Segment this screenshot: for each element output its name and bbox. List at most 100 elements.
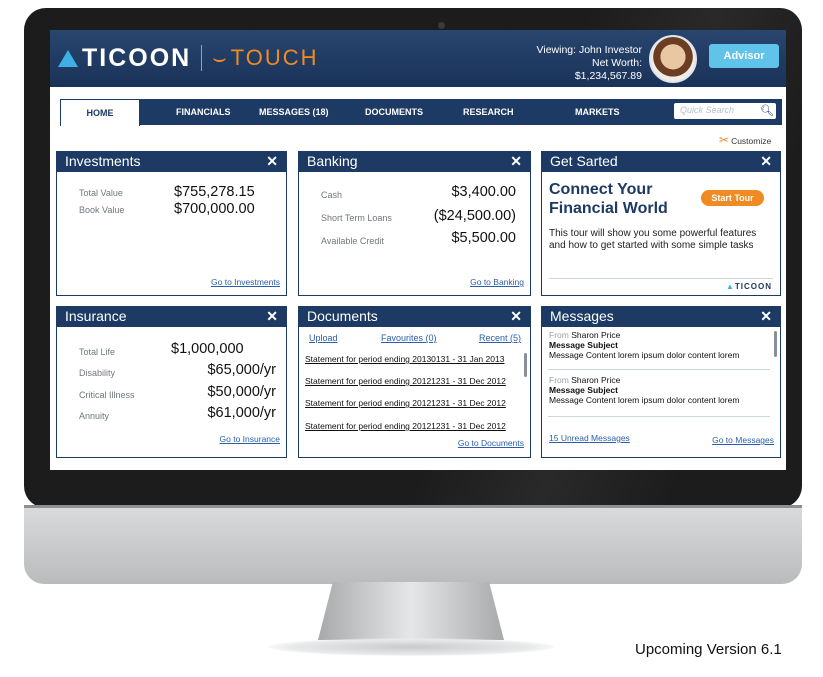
start-tour-button[interactable]: Start Tour [701,190,764,206]
logo-triangle-icon: ▲ [725,282,735,291]
tab-upload[interactable]: Upload [309,333,338,343]
critical-illness-label: Critical Illness [79,390,135,400]
document-item[interactable]: Statement for period ending 20121231 - 3… [305,376,506,386]
panel-title: Messages [550,308,614,324]
go-to-insurance-link[interactable]: Go to Insurance [220,434,280,444]
divider [548,369,770,370]
message-subject: Message Subject [549,340,618,350]
header-bar: TICOON ⌣ TOUCH Viewing: John Investor Ne… [50,30,786,87]
close-icon[interactable]: ✕ [266,308,278,325]
tab-markets[interactable]: MARKETS [575,99,620,125]
main-nav: HOME FINANCIALS MESSAGES (18) DOCUMENTS … [60,99,782,126]
panel-title: Insurance [65,308,127,324]
message-item[interactable]: From Sharon Price Message Subject Messag… [549,375,739,405]
message-item[interactable]: From Sharon Price Message Subject Messag… [549,330,739,360]
message-from: From Sharon Price [549,375,739,385]
tab-messages[interactable]: MESSAGES (18) [259,99,329,125]
tour-description: This tour will show you some powerful fe… [549,228,757,251]
logo-touch-text: TOUCH [230,45,319,70]
monitor-stand [318,582,504,640]
go-to-banking-link[interactable]: Go to Banking [470,277,524,287]
cash-value: $3,400.00 [451,184,516,200]
close-icon[interactable]: ✕ [760,153,772,170]
monitor-base [268,638,554,656]
search-placeholder: Quick Search [680,105,735,115]
annuity-label: Annuity [79,411,110,421]
close-icon[interactable]: ✕ [760,308,772,325]
logo-text: TICOON [82,43,192,72]
viewing-user: Viewing: John Investor [536,44,642,56]
document-item[interactable]: Statement for period ending 20121231 - 3… [305,398,506,408]
go-to-investments-link[interactable]: Go to Investments [211,277,280,287]
total-value: $755,278.15 [174,184,255,200]
panel-title: Get Sarted [550,153,618,169]
close-icon[interactable]: ✕ [510,153,522,170]
close-icon[interactable]: ✕ [510,308,522,325]
ticoon-footer-logo: ▲TICOON [726,282,772,291]
from-prefix: From [549,375,569,385]
message-body: Message Content lorem ipsum dolor conten… [549,395,740,405]
tab-documents[interactable]: DOCUMENTS [365,99,423,125]
tools-icon: ✂ [719,133,730,147]
annuity-value: $61,000/yr [207,405,276,421]
scrollbar[interactable] [524,353,527,377]
short-term-loans-label: Short Term Loans [321,213,392,223]
total-value-label: Total Value [79,188,123,198]
panel-header: Investments ✕ [57,152,286,172]
divider [549,278,773,279]
cash-label: Cash [321,190,343,200]
footer-logo-text: TICOON [734,282,772,291]
monitor-chin [24,508,802,584]
advisor-button[interactable]: Advisor [709,44,779,68]
documents-panel: Documents ✕ Upload Favourites (0) Recent… [298,306,531,458]
go-to-messages-link[interactable]: Go to Messages [712,435,774,445]
net-worth: Net Worth: $1,234,567.89 [574,57,642,82]
panel-header: Messages ✕ [542,307,780,327]
tab-research[interactable]: RESEARCH [463,99,514,125]
total-life-value: $1,000,000 [171,341,244,357]
from-prefix: From [549,330,569,340]
disability-label: Disability [79,368,116,378]
total-life-label: Total Life [79,347,116,357]
viewing-info: Viewing: John Investor Net Worth: $1,234… [526,44,642,83]
connect-heading: Connect Your Financial World [549,180,668,218]
brand-logo[interactable]: TICOON ⌣ TOUCH [58,40,319,76]
tab-financials[interactable]: FINANCIALS [176,99,231,125]
panel-header: Get Sarted ✕ [542,152,780,172]
camera-icon [438,22,445,29]
available-credit-label: Available Credit [321,236,384,246]
tab-recent[interactable]: Recent (5) [479,333,521,343]
unread-messages-link[interactable]: 15 Unread Messages [549,433,630,443]
sender-name: Sharon Price [571,330,621,340]
connect-heading-line1: Connect Your [549,181,653,198]
logo-triangle-icon [58,49,78,67]
sender-name: Sharon Price [571,375,621,385]
tab-favourites[interactable]: Favourites (0) [381,333,437,343]
panel-header: Insurance ✕ [57,307,286,327]
message-from: From Sharon Price [549,330,739,340]
search-icon[interactable]: 🔍︎ [760,104,774,117]
messages-panel: Messages ✕ From Sharon Price Message Sub… [541,306,781,458]
search-input[interactable]: Quick Search 🔍︎ [674,103,776,119]
panel-header: Banking ✕ [299,152,530,172]
available-credit-value: $5,500.00 [451,230,516,246]
book-value-label: Book Value [79,205,125,215]
get-started-panel: Get Sarted ✕ Connect Your Financial Worl… [541,151,781,296]
close-icon[interactable]: ✕ [266,153,278,170]
scrollbar[interactable] [774,331,777,357]
logo-divider [201,45,203,71]
panel-title: Investments [65,153,141,169]
investments-panel: Investments ✕ Total Value $755,278.15 Bo… [56,151,287,296]
book-value: $700,000.00 [174,201,255,217]
message-body: Message Content lorem ipsum dolor conten… [549,350,740,360]
document-item[interactable]: Statement for period ending 20130131 - 3… [305,354,504,364]
go-to-documents-link[interactable]: Go to Documents [458,438,524,448]
customize-label: Customize [731,136,772,146]
connect-heading-line2: Financial World [549,200,668,217]
tab-home[interactable]: HOME [60,99,140,126]
document-item[interactable]: Statement for period ending 20121231 - 3… [305,421,506,431]
insurance-panel: Insurance ✕ Total Life $1,000,000 Disabi… [56,306,287,458]
avatar[interactable] [649,35,697,83]
customize-button[interactable]: ✂ Customize [719,133,771,147]
divider [548,416,770,417]
